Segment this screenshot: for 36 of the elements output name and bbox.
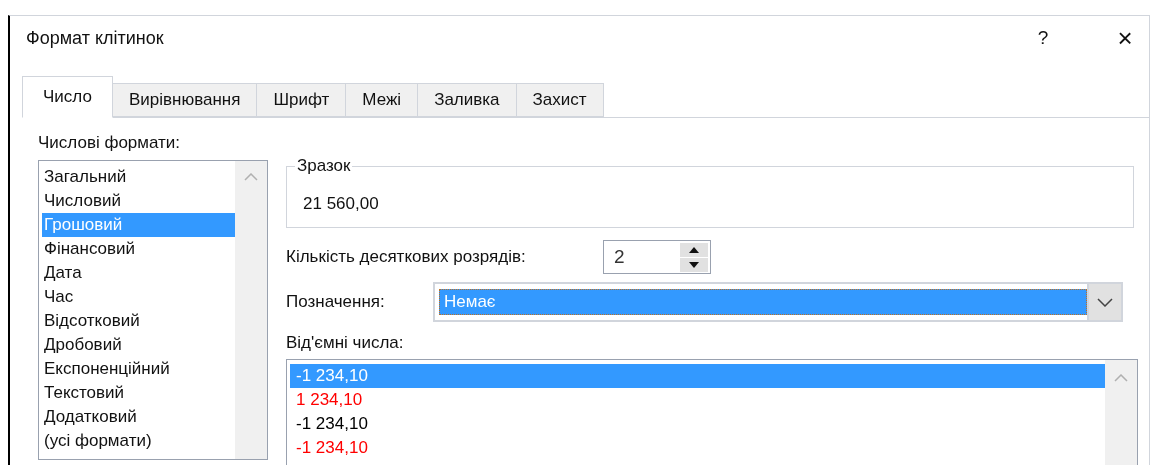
tab[interactable]: Межі [346, 83, 419, 117]
list-item[interactable]: Час [42, 285, 235, 309]
spin-down-icon[interactable] [680, 257, 708, 272]
chevron-down-icon [1097, 297, 1113, 307]
list-item[interactable]: Загальний [42, 165, 235, 189]
scrollbar[interactable] [1105, 360, 1137, 465]
list-item[interactable]: Додатковий [42, 405, 235, 429]
list-item[interactable]: -1 234,10 [290, 412, 1105, 436]
chevron-up-icon [1114, 374, 1128, 382]
list-item[interactable]: Дата [42, 261, 235, 285]
tab[interactable]: Шрифт [257, 83, 347, 117]
tab[interactable]: Число [22, 76, 113, 118]
close-button[interactable]: × [1105, 18, 1145, 58]
tab[interactable]: Вирівнювання [112, 83, 258, 117]
chevron-up-icon [244, 173, 258, 181]
list-item[interactable]: Текстовий [42, 381, 235, 405]
list-item[interactable]: Дробовий [42, 333, 235, 357]
list-item[interactable]: Числовий [42, 189, 235, 213]
list-item[interactable]: -1 234,10 [290, 436, 1105, 460]
field-label: Позначення: [286, 291, 386, 314]
scrollbar[interactable] [235, 161, 267, 459]
help-button[interactable]: ? [1023, 18, 1063, 58]
sample-value: 21 560,00 [302, 193, 380, 215]
list-item[interactable]: Відсотковий [42, 309, 235, 333]
window-title: Формат клітинок [26, 26, 164, 50]
spin-field[interactable]: 2 [603, 240, 711, 274]
field-label: Кількість десяткових розрядів: [286, 246, 527, 269]
section-label: Від'ємні числа: [286, 332, 405, 354]
section-label: Числові формати: [38, 132, 182, 154]
list-item[interactable]: Фінансовий [42, 237, 235, 261]
spin-up-icon[interactable] [680, 242, 708, 257]
list-item[interactable]: Експоненційний [42, 357, 235, 381]
list-item[interactable]: 1 234,10 [290, 388, 1105, 412]
list-item[interactable]: (усі формати) [42, 429, 235, 453]
tab[interactable]: Заливка [418, 83, 517, 117]
tab[interactable]: Захист [516, 83, 604, 117]
